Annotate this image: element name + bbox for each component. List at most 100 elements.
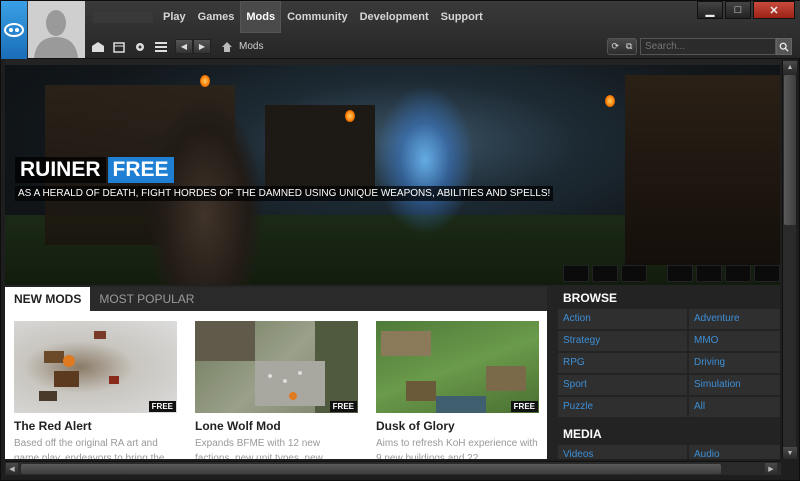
horizontal-scrollbar[interactable]: ◀ ▶: [5, 461, 781, 475]
mod-thumbnail-art: [39, 331, 119, 401]
search-button[interactable]: [776, 38, 792, 55]
tab-new-mods[interactable]: NEW MODS: [5, 287, 91, 311]
app-logo[interactable]: [1, 1, 27, 59]
banner-free-badge: FREE: [107, 157, 174, 183]
logo-icon: [4, 23, 24, 37]
inbox-icon[interactable]: [90, 39, 106, 55]
media-link[interactable]: Videos: [558, 445, 687, 459]
scroll-down-button[interactable]: ▼: [783, 447, 797, 459]
nav-community[interactable]: Community: [281, 1, 354, 33]
scroll-right-button[interactable]: ▶: [765, 463, 777, 475]
home-icon[interactable]: [219, 39, 235, 55]
scroll-left-button[interactable]: ◀: [6, 463, 18, 475]
mod-title[interactable]: Dusk of Glory: [376, 419, 539, 433]
mod-thumbnail-art: [195, 321, 358, 413]
forward-button[interactable]: ▶: [193, 39, 211, 54]
scroll-thumb[interactable]: [784, 75, 796, 225]
maximize-button[interactable]: □: [725, 1, 751, 19]
banner-art-torch: [605, 95, 615, 107]
browse-heading: BROWSE: [563, 291, 617, 305]
banner-thumb[interactable]: [754, 265, 780, 282]
banner-thumb[interactable]: [621, 265, 647, 282]
store-icon[interactable]: [111, 39, 127, 55]
banner-title-text: RUINER: [15, 157, 106, 183]
banner-title: RUINER FREE: [15, 157, 174, 183]
vertical-scrollbar[interactable]: ▲ ▼: [782, 61, 797, 459]
browse-link[interactable]: Driving: [689, 353, 780, 373]
scroll-up-button[interactable]: ▲: [783, 61, 797, 73]
mod-description: Based off the original RA art and game p…: [14, 438, 165, 459]
refresh-button[interactable]: ⟳ ⧉: [607, 38, 637, 55]
banner-thumb[interactable]: [725, 265, 751, 282]
refresh-icon: ⟳: [611, 41, 620, 51]
banner-art-torch: [345, 110, 355, 122]
mod-thumbnail[interactable]: FREE: [14, 321, 177, 413]
banner-thumb[interactable]: [667, 265, 693, 282]
back-button[interactable]: ◀: [175, 39, 193, 54]
featured-banner[interactable]: RUINER FREE AS A HERALD OF DEATH, FIGHT …: [5, 65, 780, 285]
free-badge: FREE: [329, 401, 357, 412]
settings-icon[interactable]: [132, 39, 148, 55]
browse-link[interactable]: Simulation: [689, 375, 780, 395]
tab-most-popular[interactable]: MOST POPULAR: [90, 287, 203, 311]
avatar[interactable]: [28, 1, 85, 58]
history-buttons: ◀ ▶: [175, 39, 211, 54]
free-badge: FREE: [510, 401, 538, 412]
main-nav: Play Games Mods Community Development Su…: [157, 1, 489, 33]
mod-thumbnail[interactable]: FREE: [376, 321, 539, 413]
nav-mods[interactable]: Mods: [240, 1, 282, 33]
username-label: [93, 12, 153, 23]
browse-link[interactable]: RPG: [558, 353, 687, 373]
mod-cards: FREE The Red Alert Based off the origina…: [5, 311, 547, 459]
mod-card[interactable]: FREE The Red Alert Based off the origina…: [14, 321, 177, 459]
nav-games[interactable]: Games: [192, 1, 241, 33]
toolbar: ◀ ▶ Mods ⟳ ⧉: [85, 34, 800, 59]
browse-link[interactable]: Sport: [558, 375, 687, 395]
app-window: Play Games Mods Community Development Su…: [0, 0, 800, 481]
banner-thumbnails: [563, 265, 780, 282]
banner-thumb[interactable]: [563, 265, 589, 282]
hscroll-thumb[interactable]: [21, 464, 721, 474]
mods-tabs: NEW MODS MOST POPULAR: [5, 287, 547, 311]
mod-thumbnail[interactable]: FREE: [195, 321, 358, 413]
media-grid: Videos Audio: [558, 445, 780, 459]
nav-play[interactable]: Play: [157, 1, 192, 33]
browse-link[interactable]: Action: [558, 309, 687, 329]
avatar-silhouette-icon: [28, 1, 85, 58]
banner-subtitle: AS A HERALD OF DEATH, FIGHT HORDES OF TH…: [15, 186, 554, 201]
browse-grid: Action Adventure Strategy MMO RPG Drivin…: [558, 309, 780, 417]
mod-title[interactable]: Lone Wolf Mod: [195, 419, 358, 433]
banner-art-gate: [625, 75, 780, 265]
banner-thumb[interactable]: [696, 265, 722, 282]
browse-link[interactable]: Puzzle: [558, 397, 687, 417]
media-link[interactable]: Audio: [689, 445, 780, 459]
banner-thumb[interactable]: [592, 265, 618, 282]
browse-link[interactable]: Strategy: [558, 331, 687, 351]
banner-art-creature: [375, 85, 475, 235]
browse-link[interactable]: MMO: [689, 331, 780, 351]
search-icon: [779, 42, 789, 52]
nav-development[interactable]: Development: [354, 1, 435, 33]
banner-art-building: [265, 105, 375, 195]
mod-description: Aims to refresh KoH experience with 9 ne…: [376, 438, 538, 459]
top-bar: Play Games Mods Community Development Su…: [1, 1, 800, 59]
minimize-button[interactable]: ▁: [697, 1, 723, 19]
mod-card[interactable]: FREE Lone Wolf Mod Expands BFME with 12 …: [195, 321, 358, 459]
main-content: RUINER FREE AS A HERALD OF DEATH, FIGHT …: [5, 59, 780, 459]
breadcrumb: Mods: [239, 41, 264, 52]
search-input[interactable]: [640, 38, 776, 55]
close-button[interactable]: ✕: [753, 1, 795, 19]
mod-title[interactable]: The Red Alert: [14, 419, 177, 433]
mod-thumbnail-art: [381, 331, 526, 413]
free-badge: FREE: [148, 401, 176, 412]
mod-card[interactable]: FREE Dusk of Glory Aims to refresh KoH e…: [376, 321, 539, 459]
browse-panel: BROWSE Action Adventure Strategy MMO RPG…: [558, 287, 780, 459]
banner-art-torch: [200, 75, 210, 87]
banner-thumb-spacer: [650, 265, 664, 282]
mod-description: Expands BFME with 12 new factions, new u…: [195, 438, 323, 459]
nav-support[interactable]: Support: [435, 1, 489, 33]
browse-link[interactable]: Adventure: [689, 309, 780, 329]
browse-link[interactable]: All: [689, 397, 780, 417]
popout-icon: ⧉: [626, 41, 633, 51]
list-icon[interactable]: [153, 39, 169, 55]
